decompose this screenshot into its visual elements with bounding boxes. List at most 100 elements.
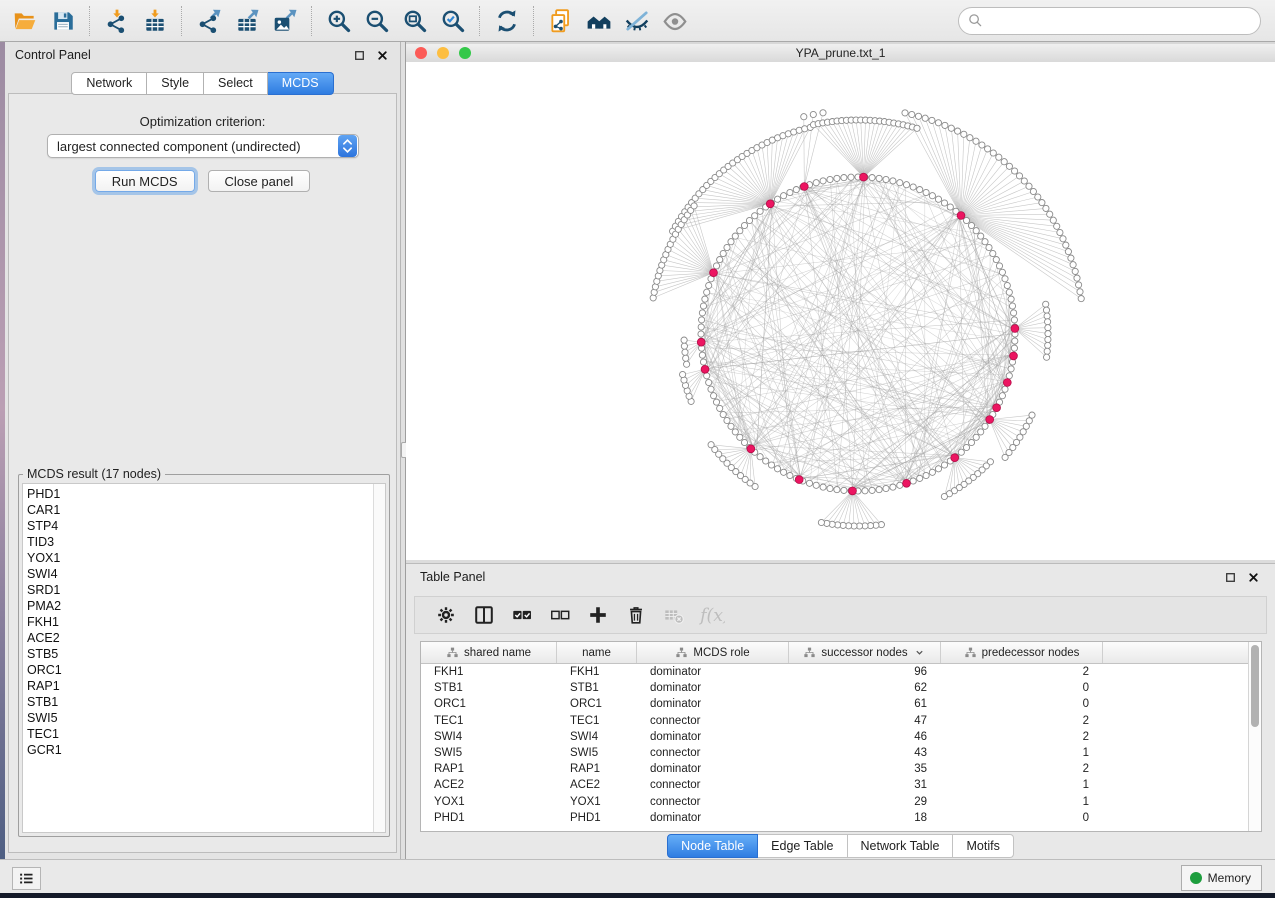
table-row[interactable]: ACE2ACE2connector311 xyxy=(421,777,1248,793)
network-window-titlebar[interactable]: YPA_prune.txt_1 xyxy=(406,44,1275,63)
tab-network-table[interactable]: Network Table xyxy=(848,834,954,858)
column-header-successor-nodes[interactable]: successor nodes xyxy=(789,642,941,663)
mcds-result-item[interactable]: ORC1 xyxy=(27,662,373,678)
mcds-result-item[interactable]: TID3 xyxy=(27,534,373,550)
zoom-out-button[interactable] xyxy=(358,4,396,38)
close-panel-icon[interactable] xyxy=(375,48,390,63)
clone-network-button[interactable] xyxy=(542,4,580,38)
show-all-button[interactable] xyxy=(656,4,694,38)
table-cell: SWI5 xyxy=(557,747,637,759)
import-network-button[interactable] xyxy=(98,4,136,38)
close-panel-button[interactable]: Close panel xyxy=(208,170,311,192)
export-network-button[interactable] xyxy=(190,4,228,38)
org-chart-icon xyxy=(964,646,977,659)
mcds-result-item[interactable]: TEC1 xyxy=(27,726,373,742)
zoom-fit-button[interactable] xyxy=(396,4,434,38)
deselect-all-rows-button[interactable] xyxy=(543,600,577,630)
table-scrollbar[interactable] xyxy=(1248,642,1261,831)
table-row[interactable]: RAP1RAP1dominator352 xyxy=(421,761,1248,777)
org-chart-icon xyxy=(803,646,816,659)
mcds-result-item[interactable]: CAR1 xyxy=(27,502,373,518)
mcds-result-item[interactable]: SWI5 xyxy=(27,710,373,726)
table-row[interactable]: FKH1FKH1dominator962 xyxy=(421,664,1248,680)
tab-network[interactable]: Network xyxy=(71,72,147,95)
tab-node-table[interactable]: Node Table xyxy=(667,834,758,858)
export-image-button[interactable] xyxy=(266,4,304,38)
table-cell: connector xyxy=(637,747,789,759)
column-header-predecessor-nodes[interactable]: predecessor nodes xyxy=(941,642,1103,663)
mcds-result-item[interactable]: STB5 xyxy=(27,646,373,662)
save-session-button[interactable] xyxy=(44,4,82,38)
zoom-in-button[interactable] xyxy=(320,4,358,38)
table-row[interactable]: PHD1PHD1dominator180 xyxy=(421,810,1248,826)
mcds-result-item[interactable]: RAP1 xyxy=(27,678,373,694)
mcds-result-item[interactable]: ACE2 xyxy=(27,630,373,646)
import-network-icon xyxy=(104,8,130,34)
memory-button[interactable]: Memory xyxy=(1181,865,1262,891)
table-row[interactable]: SWI4SWI4dominator462 xyxy=(421,729,1248,745)
network-canvas[interactable] xyxy=(406,62,1275,560)
tab-edge-table[interactable]: Edge Table xyxy=(758,834,847,858)
first-neighbors-button[interactable] xyxy=(580,4,618,38)
table-cell: 1 xyxy=(941,796,1103,808)
mcds-result-item[interactable]: GCR1 xyxy=(27,742,373,758)
toolbar-separator xyxy=(181,6,183,36)
import-table-button[interactable] xyxy=(136,4,174,38)
mcds-result-list[interactable]: PHD1CAR1STP4TID3YOX1SWI4SRD1PMA2FKH1ACE2… xyxy=(23,484,373,832)
mcds-result-item[interactable]: SRD1 xyxy=(27,582,373,598)
table-cell: ACE2 xyxy=(421,779,557,791)
tab-style[interactable]: Style xyxy=(147,72,204,95)
delete-table-button xyxy=(657,600,691,630)
task-history-button[interactable] xyxy=(12,867,41,890)
refresh-button[interactable] xyxy=(488,4,526,38)
mcds-result-item[interactable]: PMA2 xyxy=(27,598,373,614)
table-row[interactable]: TEC1TEC1connector472 xyxy=(421,713,1248,729)
search-input[interactable] xyxy=(984,13,1252,29)
mcds-result-item[interactable]: STP4 xyxy=(27,518,373,534)
table-row[interactable]: SWI5SWI5connector431 xyxy=(421,745,1248,761)
show-hide-columns-button[interactable] xyxy=(467,600,501,630)
network-graph[interactable] xyxy=(406,62,1275,559)
toolbar-separator xyxy=(533,6,535,36)
table-scrollbar-thumb[interactable] xyxy=(1251,645,1259,727)
float-panel-icon[interactable] xyxy=(352,48,367,63)
hide-selected-button[interactable] xyxy=(618,4,656,38)
zoom-selected-button[interactable] xyxy=(434,4,472,38)
table-panel-title: Table Panel xyxy=(420,570,485,584)
float-table-panel-icon[interactable] xyxy=(1223,570,1238,585)
table-header-row: shared namenameMCDS rolesuccessor nodesp… xyxy=(421,642,1248,664)
mcds-result-item[interactable]: STB1 xyxy=(27,694,373,710)
table-row[interactable]: STB1STB1dominator620 xyxy=(421,680,1248,696)
mcds-list-scrollbar[interactable] xyxy=(373,484,385,832)
column-header-MCDS-role[interactable]: MCDS role xyxy=(637,642,789,663)
optimization-criterion-select[interactable]: largest connected component (undirected) xyxy=(47,134,359,158)
close-table-panel-icon[interactable] xyxy=(1246,570,1261,585)
delete-column-icon xyxy=(625,604,647,626)
open-file-button[interactable] xyxy=(6,4,44,38)
table-toolbar: f(x) xyxy=(414,596,1267,634)
table-row[interactable]: ORC1ORC1dominator610 xyxy=(421,696,1248,712)
export-table-button[interactable] xyxy=(228,4,266,38)
search-box[interactable] xyxy=(958,7,1261,35)
create-column-button[interactable] xyxy=(581,600,615,630)
mcds-result-item[interactable]: PHD1 xyxy=(27,486,373,502)
column-header-name[interactable]: name xyxy=(557,642,637,663)
mcds-result-item[interactable]: FKH1 xyxy=(27,614,373,630)
table-cell: 0 xyxy=(941,812,1103,824)
delete-column-button[interactable] xyxy=(619,600,653,630)
table-cell: ORC1 xyxy=(421,698,557,710)
mcds-result-item[interactable]: SWI4 xyxy=(27,566,373,582)
table-mode-gear-button[interactable] xyxy=(429,600,463,630)
mcds-result-item[interactable]: YOX1 xyxy=(27,550,373,566)
run-mcds-button[interactable]: Run MCDS xyxy=(95,170,195,192)
select-all-rows-button[interactable] xyxy=(505,600,539,630)
column-header-shared-name[interactable]: shared name xyxy=(421,642,557,663)
mcds-tab-content: Optimization criterion: largest connecte… xyxy=(8,93,397,853)
tab-mcds[interactable]: MCDS xyxy=(268,72,334,95)
table-cell: YOX1 xyxy=(557,796,637,808)
deselect-all-rows-icon xyxy=(549,604,571,626)
tab-motifs[interactable]: Motifs xyxy=(953,834,1013,858)
table-cell: dominator xyxy=(637,666,789,678)
tab-select[interactable]: Select xyxy=(204,72,268,95)
table-row[interactable]: YOX1YOX1connector291 xyxy=(421,794,1248,810)
